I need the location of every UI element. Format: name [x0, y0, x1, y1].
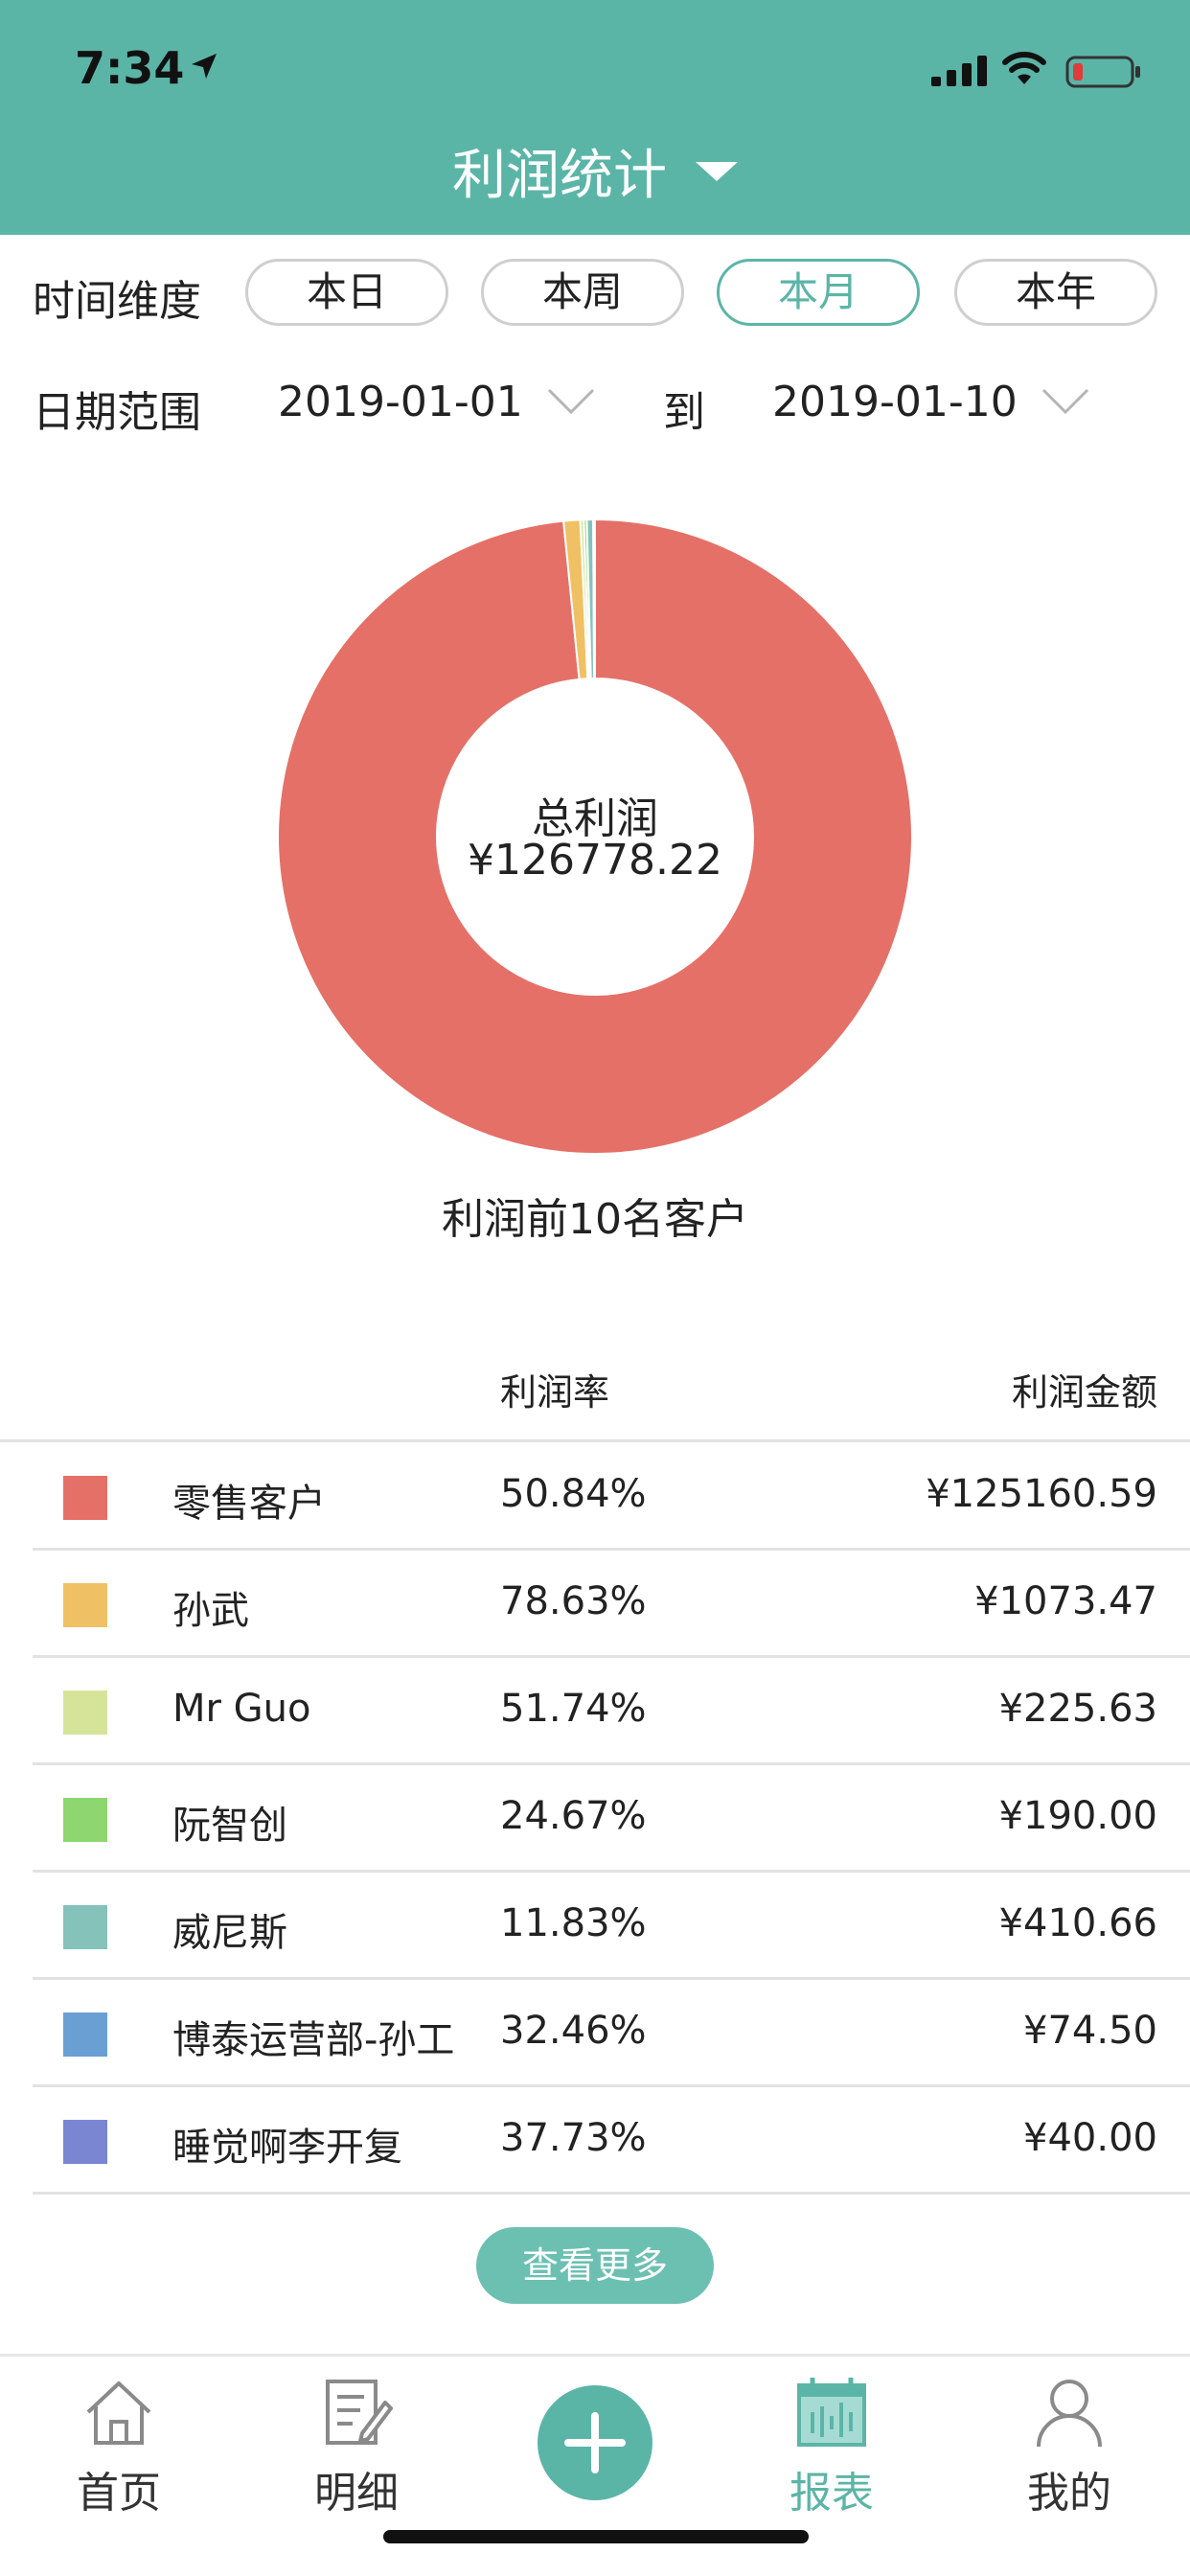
caret-down-icon	[696, 161, 738, 181]
table-row[interactable]: 孙武 78.63% ¥1073.47	[0, 1551, 1190, 1658]
table-row[interactable]: 博泰运营部-孙工 32.46% ¥74.50	[0, 1980, 1190, 2087]
profit-amount: ¥1073.47	[974, 1579, 1157, 1623]
tab-details-label: 明细	[314, 2469, 399, 2518]
profit-rate: 24.67%	[500, 1794, 647, 1838]
legend-swatch	[63, 2120, 107, 2164]
table-row[interactable]: 睡觉啊李开复 37.73% ¥40.00	[0, 2087, 1190, 2195]
table-row[interactable]: 阮智创 24.67% ¥190.00	[0, 1765, 1190, 1873]
tab-details[interactable]: 明细	[261, 2357, 452, 2548]
plus-icon	[564, 2412, 626, 2473]
time-dimension-row: 时间维度 本日 本周 本月 本年	[0, 259, 1190, 328]
legend-swatch	[63, 1905, 107, 1949]
table-row[interactable]: 零售客户 50.84% ¥125160.59	[0, 1443, 1190, 1551]
profit-rate: 78.63%	[500, 1579, 647, 1623]
profit-amount: ¥40.00	[1023, 2116, 1157, 2160]
profit-amount: ¥125160.59	[926, 1472, 1157, 1516]
legend-swatch	[63, 1798, 107, 1842]
profit-rate: 37.73%	[500, 2116, 647, 2160]
wifi-icon	[1002, 52, 1046, 84]
chevron-down-icon[interactable]	[546, 387, 596, 416]
profit-amount: ¥190.00	[998, 1794, 1157, 1838]
date-to-label: 到	[663, 388, 705, 437]
view-more-button[interactable]: 查看更多	[476, 2227, 714, 2304]
profit-rate: 11.83%	[500, 1901, 647, 1945]
table-row[interactable]: 威尼斯 11.83% ¥410.66	[0, 1873, 1190, 1980]
profit-amount: ¥410.66	[998, 1901, 1157, 1945]
end-date[interactable]: 2019-01-10	[772, 378, 1018, 426]
tab-home[interactable]: 首页	[23, 2357, 215, 2548]
tab-mine-label: 我的	[1027, 2469, 1111, 2518]
date-range-row: 日期范围 2019-01-01 到 2019-01-10	[0, 370, 1190, 437]
customer-name: 博泰运营部-孙工	[172, 2018, 455, 2062]
profit-rate: 32.46%	[500, 2009, 647, 2053]
profit-rate: 51.74%	[500, 1687, 647, 1731]
location-arrow-icon	[192, 54, 217, 79]
option-day[interactable]: 本日	[245, 259, 448, 326]
column-header-amount: 利润金额	[1011, 1371, 1157, 1414]
chevron-down-icon[interactable]	[1041, 387, 1090, 416]
calendar-report-icon	[797, 2378, 866, 2447]
battery-icon	[1065, 56, 1140, 88]
option-month[interactable]: 本月	[717, 259, 920, 326]
home-indicator	[383, 2530, 809, 2543]
date-range-label: 日期范围	[33, 388, 201, 437]
customer-name: Mr Guo	[172, 1687, 311, 1731]
legend-swatch	[63, 1476, 107, 1520]
total-profit-value: ¥126778.22	[468, 836, 722, 885]
status-time: 7:34	[75, 42, 185, 94]
divider	[33, 2192, 1190, 2195]
divider	[0, 1439, 1190, 1442]
title-dropdown[interactable]: 利润统计	[0, 132, 1190, 210]
add-button[interactable]	[538, 2385, 652, 2500]
customer-name: 威尼斯	[172, 1911, 287, 1955]
user-icon	[1037, 2380, 1102, 2448]
tab-home-label: 首页	[77, 2469, 161, 2518]
option-year[interactable]: 本年	[954, 259, 1157, 326]
legend-swatch	[63, 2012, 107, 2057]
tab-reports-label: 报表	[790, 2469, 874, 2518]
pie-slice	[593, 518, 596, 680]
legend-swatch	[63, 1583, 107, 1627]
customer-name: 睡觉啊李开复	[172, 2126, 402, 2170]
customer-name: 孙武	[172, 1589, 249, 1633]
column-header-rate: 利润率	[500, 1371, 610, 1414]
chart-caption: 利润前10名客户	[442, 1195, 748, 1244]
option-week[interactable]: 本周	[481, 259, 684, 326]
profit-rate: 50.84%	[500, 1472, 647, 1516]
tab-reports[interactable]: 报表	[736, 2357, 927, 2548]
page-title: 利润统计	[452, 145, 667, 207]
legend-swatch	[63, 1690, 107, 1735]
start-date[interactable]: 2019-01-01	[278, 378, 523, 426]
document-edit-icon	[326, 2380, 393, 2445]
app-header: 7:34 利润统计	[0, 0, 1190, 235]
home-icon	[86, 2381, 151, 2445]
customer-name: 阮智创	[172, 1804, 287, 1848]
customer-name: 零售客户	[172, 1482, 326, 1526]
signal-icon	[931, 56, 987, 86]
time-dimension-label: 时间维度	[33, 277, 201, 326]
profit-amount: ¥74.50	[1023, 2009, 1157, 2053]
tab-mine[interactable]: 我的	[973, 2357, 1165, 2548]
table-row[interactable]: Mr Guo 51.74% ¥225.63	[0, 1658, 1190, 1765]
profit-amount: ¥225.63	[998, 1687, 1157, 1731]
